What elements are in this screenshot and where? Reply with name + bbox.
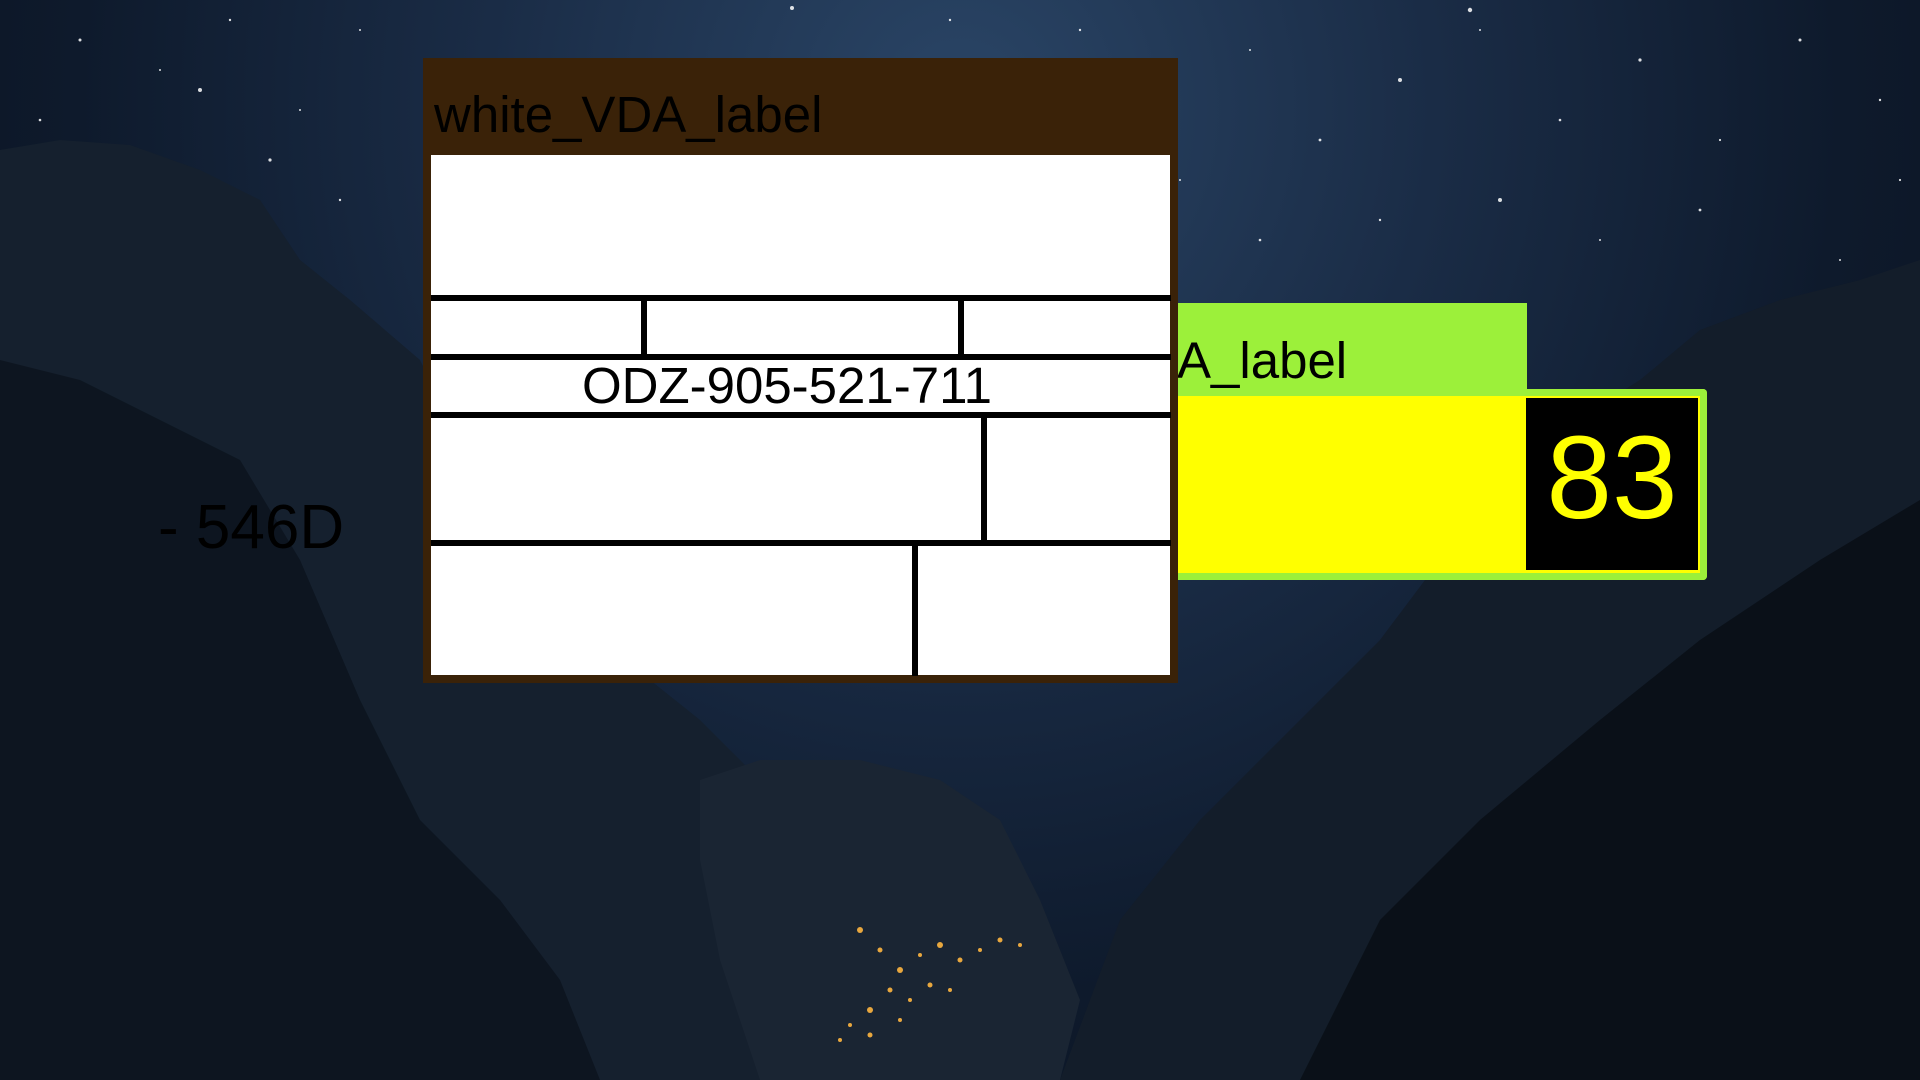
- field-row4-col1[interactable]: [431, 418, 981, 540]
- field-row5-col1[interactable]: [431, 546, 912, 676]
- field-row5-col2[interactable]: [918, 546, 1171, 676]
- green-window-title: A_label: [1177, 332, 1348, 389]
- brown-window-titlebar[interactable]: white_VDA_label: [423, 58, 1178, 151]
- field-row4-col2[interactable]: [987, 418, 1171, 540]
- brown-window-title: white_VDA_label: [434, 86, 823, 143]
- field-row2-col3[interactable]: [964, 301, 1171, 354]
- field-header[interactable]: [431, 155, 1171, 295]
- identifier-field[interactable]: ODZ-905-521-711: [417, 358, 1157, 414]
- label-form: ODZ-905-521-711: [423, 147, 1178, 683]
- score-value: 83: [1546, 412, 1678, 544]
- green-window-code: - 546D: [158, 493, 345, 562]
- field-row2-col2[interactable]: [647, 301, 958, 354]
- field-row2-col1[interactable]: [431, 301, 641, 354]
- white-vda-label-window[interactable]: white_VDA_label ODZ-905-521-711: [423, 58, 1178, 683]
- score-badge: 83: [1526, 398, 1698, 570]
